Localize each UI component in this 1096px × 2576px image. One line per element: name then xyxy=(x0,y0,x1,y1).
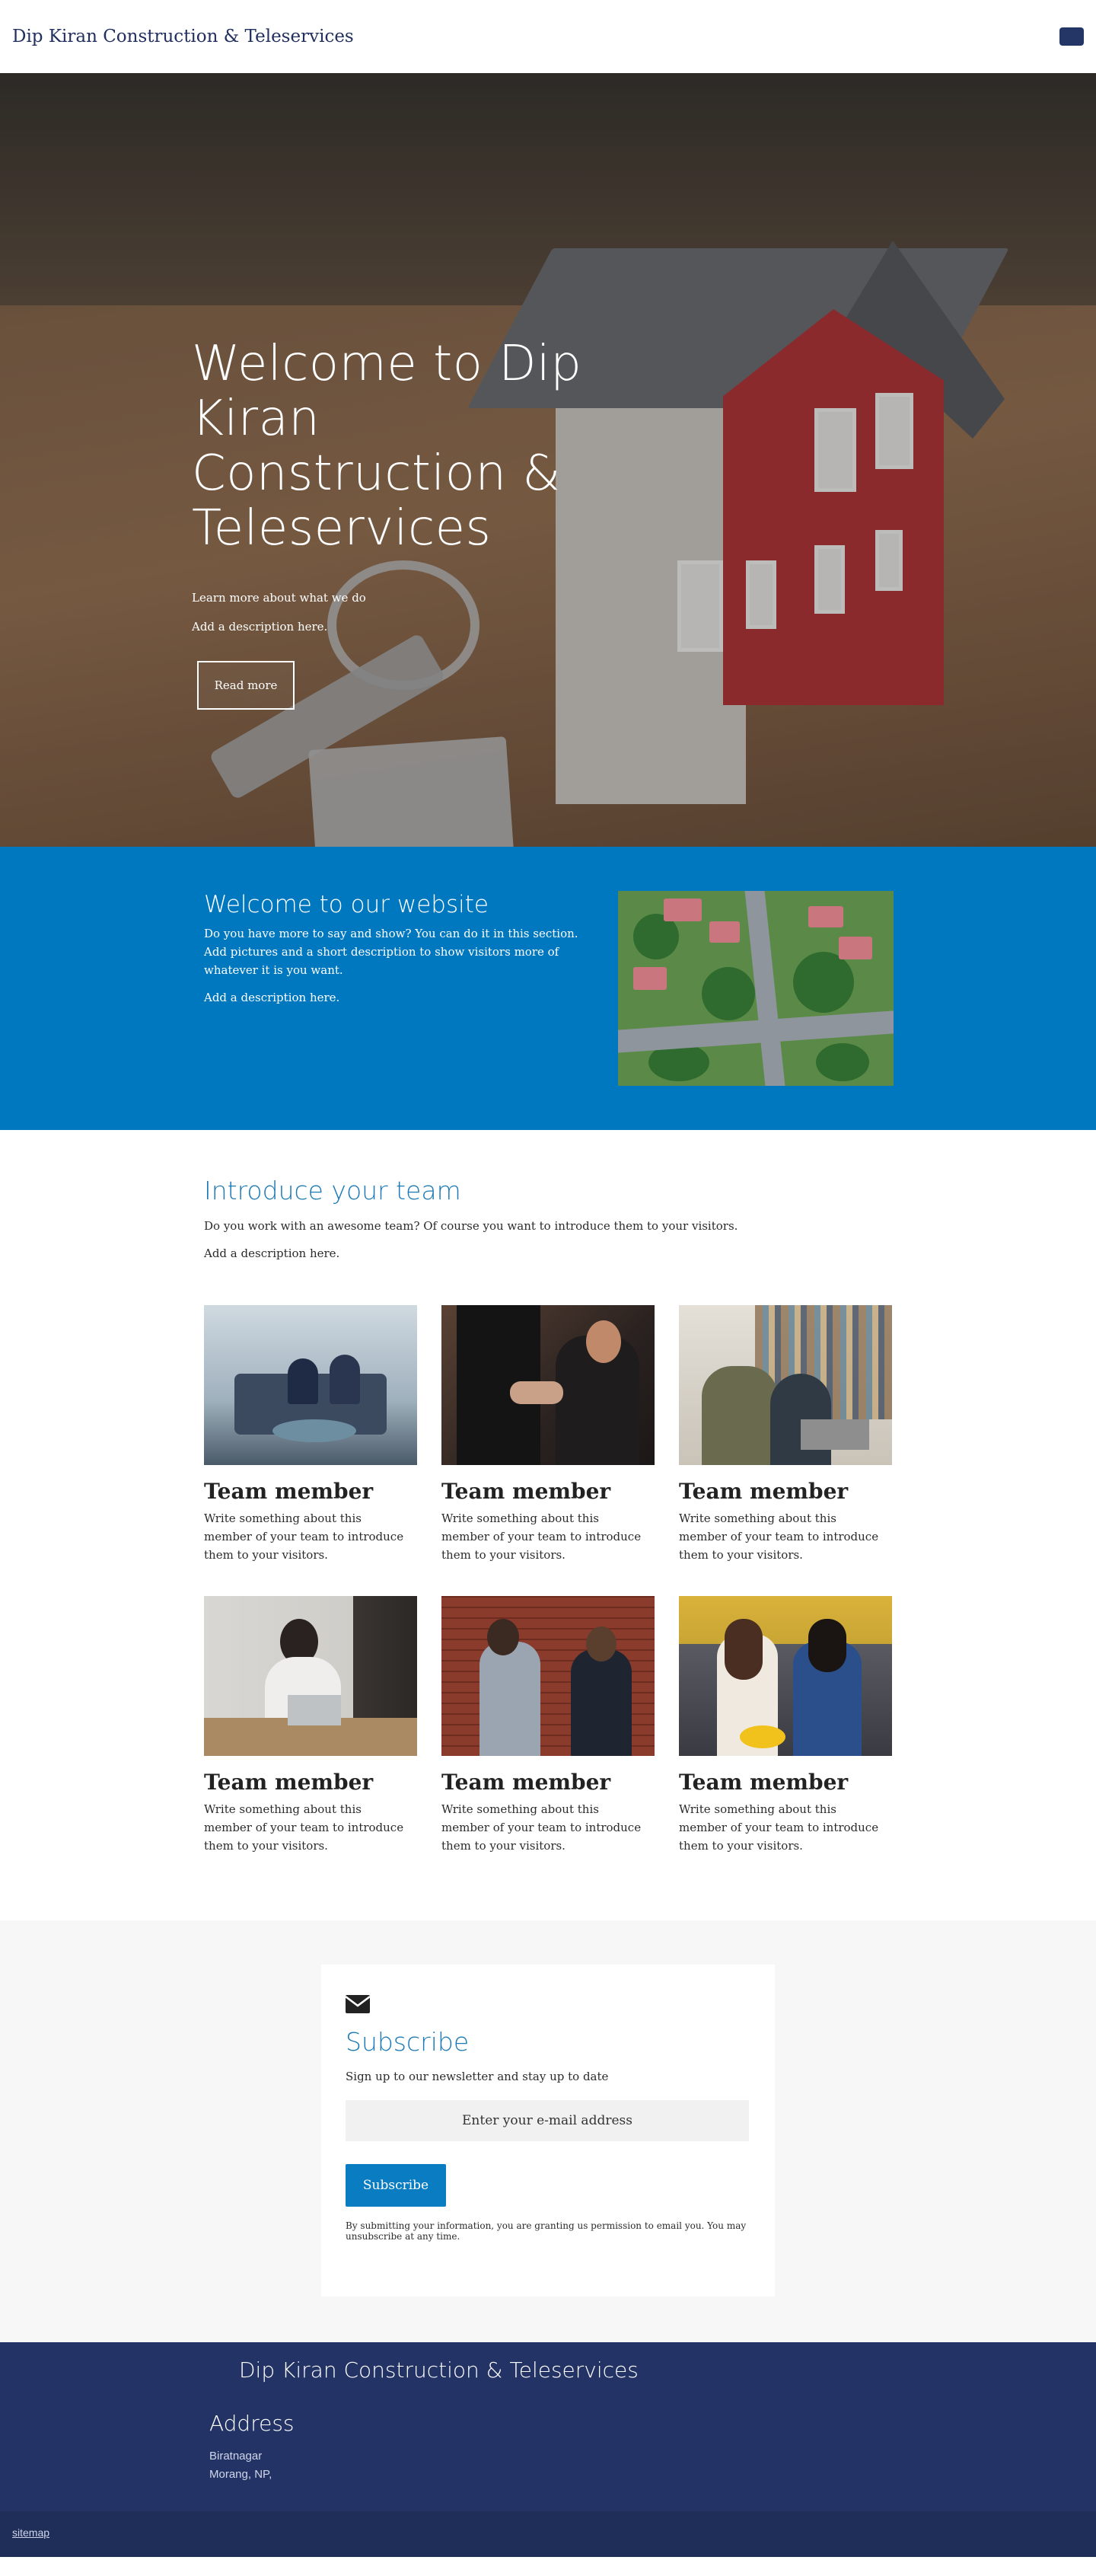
hero-title: Welcome to Dip Kiran Construction & Tele… xyxy=(192,336,582,557)
team-section: Introduce your team Do you work with an … xyxy=(0,1130,1096,1920)
team-member-card: Team member Write something about this m… xyxy=(204,1305,417,1564)
welcome-body: Do you have more to say and show? You ca… xyxy=(204,927,578,977)
team-member-card: Team member Write something about this m… xyxy=(441,1596,655,1855)
site-footer: Dip Kiran Construction & Teleservices Ad… xyxy=(0,2342,1096,2511)
team-member-text: Write something about this member of you… xyxy=(204,1511,404,1562)
team-member-text: Write something about this member of you… xyxy=(679,1511,879,1562)
team-member-text: Write something about this member of you… xyxy=(679,1802,879,1853)
footer-address-heading: Address xyxy=(209,2411,295,2436)
footer-site-title: Dip Kiran Construction & Teleservices xyxy=(239,2357,639,2383)
team-member-name: Team member xyxy=(679,1479,849,1504)
hero-section: Welcome to Dip Kiran Construction & Tele… xyxy=(0,73,1096,847)
team-member-photo xyxy=(679,1305,892,1465)
hamburger-menu-icon[interactable] xyxy=(1059,27,1084,46)
team-member-card: Team member Write something about this m… xyxy=(204,1596,417,1855)
team-intro: Do you work with an awesome team? Of cou… xyxy=(204,1219,738,1233)
welcome-description: Add a description here. xyxy=(204,991,340,1004)
email-input[interactable] xyxy=(346,2100,749,2141)
team-member-card: Team member Write something about this m… xyxy=(679,1305,892,1564)
team-member-photo xyxy=(204,1596,417,1756)
team-member-photo xyxy=(441,1305,655,1465)
footer-bottom-bar: sitemap xyxy=(0,2511,1096,2557)
team-member-name: Team member xyxy=(679,1770,849,1795)
subscribe-card: Subscribe Sign up to our newsletter and … xyxy=(321,1965,775,2297)
team-member-name: Team member xyxy=(441,1770,611,1795)
team-member-text: Write something about this member of you… xyxy=(204,1802,404,1853)
hero-content: Welcome to Dip Kiran Construction & Tele… xyxy=(192,337,618,710)
team-member-photo xyxy=(679,1596,892,1756)
subscribe-section: Subscribe Sign up to our newsletter and … xyxy=(0,1920,1096,2342)
team-member-name: Team member xyxy=(204,1479,374,1504)
team-grid: Team member Write something about this m… xyxy=(204,1305,919,1855)
footer-address: Biratnagar Morang, NP, xyxy=(209,2447,272,2484)
team-member-card: Team member Write something about this m… xyxy=(441,1305,655,1564)
welcome-title: Welcome to our website xyxy=(204,891,489,918)
site-title-link[interactable]: Dip Kiran Construction & Teleservices xyxy=(12,27,354,46)
team-description: Add a description here. xyxy=(204,1247,340,1260)
aerial-neighborhood-image xyxy=(618,891,894,1086)
read-more-button[interactable]: Read more xyxy=(197,661,295,710)
sitemap-link[interactable]: sitemap xyxy=(12,2527,49,2539)
team-member-card: Team member Write something about this m… xyxy=(679,1596,892,1855)
team-member-text: Write something about this member of you… xyxy=(441,1802,642,1853)
team-member-photo xyxy=(441,1596,655,1756)
team-member-photo xyxy=(204,1305,417,1465)
site-header: Dip Kiran Construction & Teleservices xyxy=(0,0,1096,73)
welcome-text: Welcome to our website Do you have more … xyxy=(204,889,592,1007)
team-member-name: Team member xyxy=(204,1770,374,1795)
subscribe-subtitle: Sign up to our newsletter and stay up to… xyxy=(346,2070,609,2083)
hero-description: Add a description here. xyxy=(192,620,328,634)
team-member-name: Team member xyxy=(441,1479,611,1504)
subscribe-title: Subscribe xyxy=(346,2027,470,2057)
team-title: Introduce your team xyxy=(204,1176,461,1205)
address-line: Morang, NP, xyxy=(209,2468,272,2481)
welcome-section: Welcome to our website Do you have more … xyxy=(0,847,1096,1130)
subscribe-legal-text: By submitting your information, you are … xyxy=(346,2220,747,2242)
address-line: Biratnagar xyxy=(209,2450,263,2463)
envelope-icon xyxy=(345,1995,371,2013)
team-member-text: Write something about this member of you… xyxy=(441,1511,642,1562)
subscribe-button[interactable]: Subscribe xyxy=(346,2164,446,2207)
hero-subtitle: Learn more about what we do xyxy=(192,591,366,605)
